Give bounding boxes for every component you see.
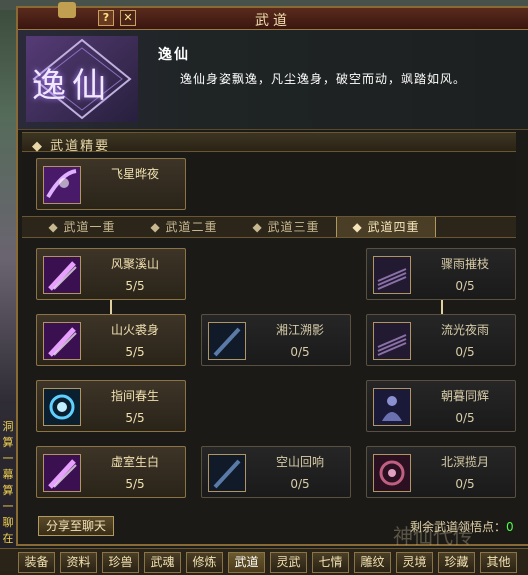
hero-emblem-icon: 逸仙 [26,36,138,122]
skill-card-xushi[interactable]: 虚室生白 5/5 [36,446,186,498]
hero-emblem-text: 逸仙 [32,66,112,106]
skill-card-fengju[interactable]: 风聚溪山 5/5 [36,248,186,300]
nav-profile[interactable]: 资料 [60,552,97,573]
tier-tab-row: ◆ 武道一重 ◆ 武道二重 ◆ 武道三重 ◆ 武道四重 [22,216,516,238]
purple-slash-icon [43,256,81,294]
nav-martial-way[interactable]: 武道 [228,552,265,573]
skill-connector [110,300,112,314]
nav-spirit-weapon[interactable]: 灵武 [270,552,307,573]
skill-card-zhouyu[interactable]: 骤雨摧枝 0/5 [366,248,516,300]
remaining-points: 剩余武道领悟点：0 [410,518,514,535]
side-chat-char: 算 [2,436,14,449]
nav-martial-soul[interactable]: 武魂 [144,552,181,573]
nav-pets[interactable]: 珍兽 [102,552,139,573]
title-bar[interactable]: ? ✕ 武道 [18,2,528,30]
points-value: 0 [506,520,514,534]
side-chat-char: 算 [2,484,14,497]
tab-tier-2[interactable]: ◆ 武道二重 [134,217,234,237]
side-chat-char: 在 [2,532,14,545]
skill-connector [441,300,443,314]
diamond-icon: ◆ [252,220,268,234]
hero-header: 逸仙 逸仙 逸仙身姿飘逸，凡尘逸身，破空而动，飒踏如风。 [18,30,528,130]
diamond-icon: ◆ [352,220,368,234]
purple-streak-icon [373,322,411,360]
essence-skill-name: 飞星晔夜 [110,167,159,181]
nav-emotions[interactable]: 七情 [312,552,349,573]
martial-way-window: ? ✕ 武道 逸仙 逸仙 逸仙身姿飘逸，凡尘逸身，破空而动，飒踏如风。 ◆ 武道… [16,2,528,548]
tab-tier-4[interactable]: ◆ 武道四重 [336,217,436,237]
skill-card-liuguang[interactable]: 流光夜雨 0/5 [366,314,516,366]
blue-swirl-icon [43,388,81,426]
skill-card-zhijian[interactable]: 指间春生 5/5 [36,380,186,432]
skill-card-kongshan[interactable]: 空山回响 0/5 [201,446,351,498]
skill-card-beiming[interactable]: 北溟揽月 0/5 [366,446,516,498]
side-chat-char: 聊 [2,516,14,529]
bottom-nav: 装备 资料 珍兽 武魂 修炼 武道 灵武 七情 雕纹 灵境 珍藏 其他 [0,548,528,575]
side-chat-char: 幕 [2,468,14,481]
skill-card-xiangjiang[interactable]: 湘江溯影 0/5 [201,314,351,366]
blue-slash-icon [208,454,246,492]
hero-description: 逸仙身姿飘逸，凡尘逸身，破空而动，飒踏如风。 [180,72,467,86]
side-chat-char: 一 [2,452,14,465]
nav-carving[interactable]: 雕纹 [354,552,391,573]
nav-other[interactable]: 其他 [480,552,517,573]
purple-dash-icon [43,166,81,204]
purple-streak-icon [373,256,411,294]
window-title: 武道 [255,13,291,29]
nav-spirit-realm[interactable]: 灵境 [396,552,433,573]
diamond-icon: ◆ [150,220,166,234]
essence-section-bar: ◆ 武道精要 [22,132,516,154]
points-label: 剩余武道领悟点： [410,520,507,534]
nav-equipment[interactable]: 装备 [18,552,55,573]
hero-name: 逸仙 [158,47,190,63]
tab-tier-1[interactable]: ◆ 武道一重 [32,217,132,237]
pink-swirl-icon [373,454,411,492]
nav-collection[interactable]: 珍藏 [438,552,475,573]
blue-slash-icon [208,322,246,360]
blue-figure-icon [373,388,411,426]
skill-card-shanhuo[interactable]: 山火裘身 5/5 [36,314,186,366]
skill-card-zhaomu[interactable]: 朝暮同辉 0/5 [366,380,516,432]
diamond-icon: ◆ [48,220,64,234]
tab-tier-3[interactable]: ◆ 武道三重 [236,217,336,237]
side-chat-char: 洞 [2,420,14,433]
share-to-chat-button[interactable]: 分享至聊天 [38,516,114,536]
nav-cultivation[interactable]: 修炼 [186,552,223,573]
side-chat-char: 一 [2,500,14,513]
purple-slash-icon [43,454,81,492]
essence-panel: 飞星晔夜 [22,152,516,216]
essence-skill-card[interactable]: 飞星晔夜 [36,158,186,210]
purple-slash-icon [43,322,81,360]
